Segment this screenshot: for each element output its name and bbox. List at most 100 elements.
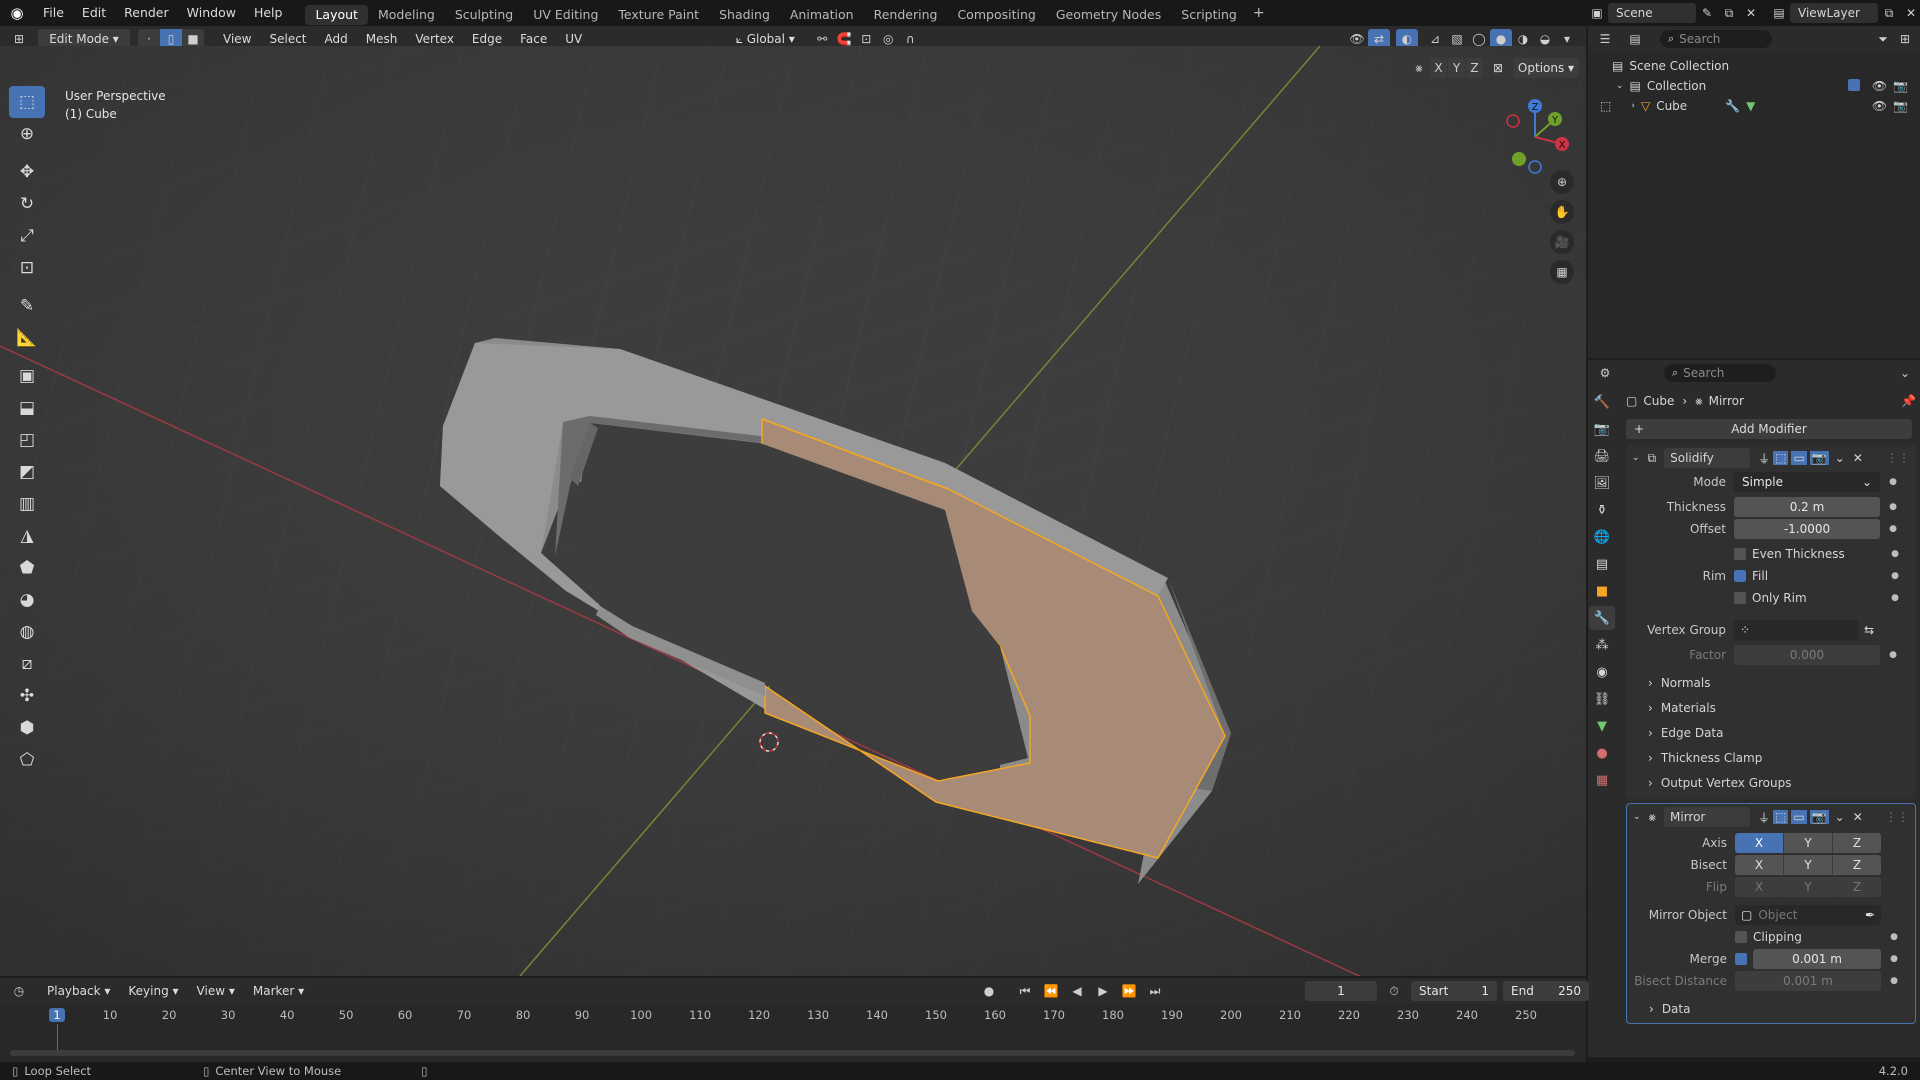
eyedropper-icon[interactable]: ✒: [1865, 908, 1875, 922]
knife-tool-icon[interactable]: ◮: [9, 520, 45, 552]
scene-icon[interactable]: ▣: [1586, 3, 1608, 23]
zoom-icon[interactable]: ⊕: [1550, 170, 1574, 194]
render-toggle-icon[interactable]: 📷: [1809, 810, 1829, 824]
delete-scene-icon[interactable]: ✕: [1740, 3, 1762, 23]
subpanel-output-vertex-groups[interactable]: › Output Vertex Groups: [1626, 770, 1916, 795]
timeline-menu-view[interactable]: View ▾: [188, 978, 244, 1004]
outliner-editor-icon[interactable]: ☰: [1594, 29, 1616, 49]
subpanel-thickness-clamp[interactable]: › Thickness Clamp: [1626, 745, 1916, 770]
add-cube-tool-icon[interactable]: ▣: [9, 360, 45, 392]
output-tab-icon[interactable]: 🖨: [1589, 444, 1615, 468]
shrink-fatten-tool-icon[interactable]: ✣: [9, 680, 45, 712]
subpanel-materials[interactable]: › Materials: [1626, 695, 1916, 720]
bisect-distance-field[interactable]: 0.001 m: [1735, 971, 1881, 991]
data-tab-icon[interactable]: ▼: [1589, 714, 1615, 738]
flip-x-toggle[interactable]: X: [1735, 877, 1784, 897]
annotate-tool-icon[interactable]: ✎: [9, 290, 45, 322]
jump-start-icon[interactable]: ⏮: [1014, 981, 1036, 1001]
shear-tool-icon[interactable]: ⬢: [9, 712, 45, 744]
jump-end-icon[interactable]: ⏭: [1144, 981, 1166, 1001]
merge-distance-field[interactable]: 0.001 m: [1753, 949, 1881, 969]
solidify-name-field[interactable]: Solidify: [1664, 448, 1751, 468]
gizmo-x-label[interactable]: X: [1559, 140, 1566, 151]
tab-scripting[interactable]: Scripting: [1171, 5, 1247, 25]
tab-shading[interactable]: Shading: [709, 5, 780, 25]
physics-tab-icon[interactable]: ◉: [1589, 660, 1615, 684]
timeline-menu-playback[interactable]: Playback ▾: [38, 978, 119, 1004]
3d-viewport[interactable]: ⬚ ⊕ ✥ ↻ ⤢ ⊡ ✎ 📐 ▣ ⬓ ◰ ◩ ▥ ◮ ⬟ ◕ ◍ ⧄ ✣ ⬢ …: [0, 46, 1586, 976]
tab-texture-paint[interactable]: Texture Paint: [608, 5, 709, 25]
keyframe-dot-icon[interactable]: ●: [1887, 954, 1901, 964]
keyframe-dot-icon[interactable]: ●: [1888, 593, 1902, 603]
new-scene-icon[interactable]: ⧉: [1718, 3, 1740, 23]
pan-hand-icon[interactable]: ✋: [1550, 200, 1574, 224]
poly-build-tool-icon[interactable]: ⬟: [9, 552, 45, 584]
modifier-tab-icon[interactable]: 🔧: [1589, 606, 1615, 630]
menu-window[interactable]: Window: [178, 0, 245, 26]
tab-sculpting[interactable]: Sculpting: [445, 5, 523, 25]
select-box-icon[interactable]: ⬚: [9, 86, 45, 118]
close-icon[interactable]: ✕: [1853, 810, 1863, 824]
properties-editor-icon[interactable]: ⚙: [1594, 363, 1616, 383]
scene-collection-row[interactable]: ▤ Scene Collection: [1588, 56, 1920, 76]
navigation-gizmo[interactable]: Z Y X: [1492, 92, 1582, 182]
keyframe-dot-icon[interactable]: ●: [1888, 549, 1902, 559]
spin-tool-icon[interactable]: ◕: [9, 584, 45, 616]
bisect-y-toggle[interactable]: Y: [1784, 855, 1833, 875]
tab-modeling[interactable]: Modeling: [368, 5, 445, 25]
timeline-menu-marker[interactable]: Marker ▾: [244, 978, 313, 1004]
transform-tool-icon[interactable]: ⊡: [9, 252, 45, 284]
view-layer-field[interactable]: ViewLayer: [1790, 3, 1878, 23]
current-frame-field[interactable]: 1: [1305, 981, 1377, 1001]
data-subpanel[interactable]: › Data: [1627, 996, 1915, 1021]
loop-cut-tool-icon[interactable]: ▥: [9, 488, 45, 520]
bevel-tool-icon[interactable]: ◩: [9, 456, 45, 488]
bisect-x-toggle[interactable]: X: [1735, 855, 1784, 875]
chevron-down-icon[interactable]: ⌄: [1632, 453, 1640, 463]
keyframe-dot-icon[interactable]: ●: [1887, 976, 1901, 986]
play-reverse-icon[interactable]: ◀: [1066, 981, 1088, 1001]
keyframe-dot-icon[interactable]: ●: [1887, 932, 1901, 942]
measure-tool-icon[interactable]: 📐: [9, 322, 45, 354]
render-tab-icon[interactable]: 📷: [1589, 417, 1615, 441]
gizmo-z-label[interactable]: Z: [1532, 102, 1539, 113]
keyframe-dot-icon[interactable]: ●: [1886, 650, 1900, 660]
new-view-layer-icon[interactable]: ⧉: [1878, 3, 1900, 23]
drag-handle-icon[interactable]: ⋮⋮: [1886, 451, 1910, 465]
rotate-tool-icon[interactable]: ↻: [9, 188, 45, 220]
toggle-y[interactable]: Y: [1448, 58, 1465, 78]
cursor-tool-icon[interactable]: ⊕: [9, 118, 45, 150]
smooth-tool-icon[interactable]: ◍: [9, 616, 45, 648]
display-mode-icon[interactable]: ▤: [1624, 29, 1646, 49]
constraints-tab-icon[interactable]: ⛓: [1589, 687, 1615, 711]
pin-icon[interactable]: 📌: [1901, 394, 1916, 408]
eye-icon[interactable]: 👁: [1872, 99, 1887, 113]
prev-keyframe-icon[interactable]: ⏪: [1040, 981, 1062, 1001]
render-camera-icon[interactable]: 📷: [1893, 99, 1908, 113]
flip-z-toggle[interactable]: Z: [1833, 877, 1881, 897]
extrude-tool-icon[interactable]: ⬓: [9, 392, 45, 424]
object-tab-icon[interactable]: ■: [1589, 579, 1615, 603]
chevron-right-icon[interactable]: ›: [1631, 101, 1635, 111]
tab-layout[interactable]: Layout: [305, 4, 368, 25]
cube-row[interactable]: ⬚ › ▽ Cube 🔧 ▼ 👁 📷: [1588, 96, 1920, 116]
play-icon[interactable]: ▶: [1092, 981, 1114, 1001]
editmode-toggle-icon[interactable]: ⬚: [1773, 810, 1789, 824]
subpanel-normals[interactable]: › Normals: [1626, 670, 1916, 695]
mode-dropdown[interactable]: Simple ⌄: [1734, 472, 1880, 492]
material-tab-icon[interactable]: ●: [1589, 741, 1615, 765]
new-collection-icon[interactable]: ⊞: [1894, 29, 1916, 49]
even-thickness-checkbox[interactable]: [1734, 548, 1746, 560]
tab-compositing[interactable]: Compositing: [947, 5, 1045, 25]
blender-logo-icon[interactable]: ◉: [0, 4, 34, 22]
collection-row[interactable]: ⌄ ▤ Collection 👁 📷: [1588, 76, 1920, 96]
bisect-z-toggle[interactable]: Z: [1833, 855, 1881, 875]
viewport-toggle-icon[interactable]: ▭: [1791, 451, 1807, 465]
mode-toggle-icon[interactable]: ⬚: [1600, 99, 1611, 113]
render-toggle-icon[interactable]: 📷: [1809, 451, 1829, 465]
menu-edit[interactable]: Edit: [73, 0, 115, 26]
view-layer-icon[interactable]: ▤: [1768, 3, 1790, 23]
stopwatch-icon[interactable]: ⏱: [1383, 981, 1405, 1001]
axis-y-toggle[interactable]: Y: [1784, 833, 1833, 853]
tool-tab-icon[interactable]: 🔨: [1589, 390, 1615, 414]
